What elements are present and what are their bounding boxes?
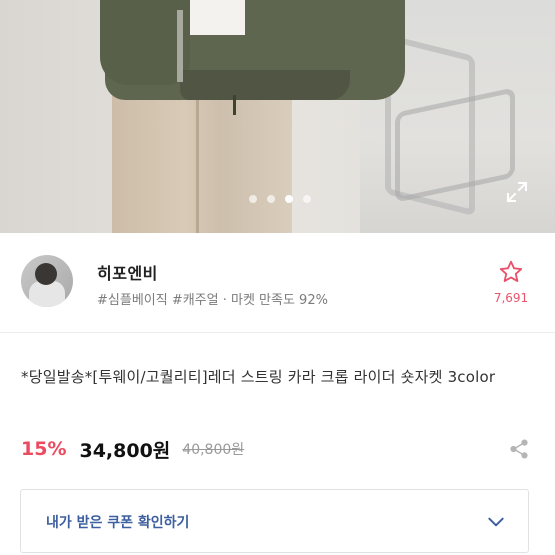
expand-icon[interactable] — [505, 180, 529, 204]
product-image[interactable] — [0, 0, 555, 233]
share-icon[interactable] — [508, 438, 530, 460]
product-title: *당일발송*[투웨이/고퀄리티]레더 스트링 카라 크롭 라이더 숏자켓 3co… — [21, 368, 496, 386]
pants — [112, 92, 292, 233]
seller-name[interactable]: 히포엔비 — [97, 260, 158, 284]
favorite-count: 7,691 — [493, 291, 529, 305]
star-icon — [499, 260, 523, 283]
favorite-button[interactable]: 7,691 — [488, 259, 534, 305]
coupon-label: 내가 받은 쿠폰 확인하기 — [46, 515, 190, 531]
coupon-button[interactable]: 내가 받은 쿠폰 확인하기 — [20, 489, 529, 553]
carousel-dot[interactable] — [302, 195, 311, 203]
carousel-dot-active[interactable] — [284, 195, 293, 203]
seller-avatar[interactable] — [21, 255, 73, 307]
price-row: 15% 34,800원 40,800원 — [21, 434, 536, 464]
carousel-dot[interactable] — [248, 195, 257, 203]
carousel-indicator — [0, 195, 555, 203]
sale-price: 34,800원 — [79, 439, 171, 462]
seller-tags: #심플베이직 #캐주얼 · 마켓 만족도 92% — [97, 293, 328, 308]
seller-section[interactable]: 히포엔비 #심플베이직 #캐주얼 · 마켓 만족도 92% 7,691 — [0, 233, 555, 333]
carousel-dot[interactable] — [266, 195, 275, 203]
original-price: 40,800원 — [182, 442, 245, 458]
chevron-down-icon — [488, 517, 504, 527]
discount-rate: 15% — [21, 438, 67, 460]
